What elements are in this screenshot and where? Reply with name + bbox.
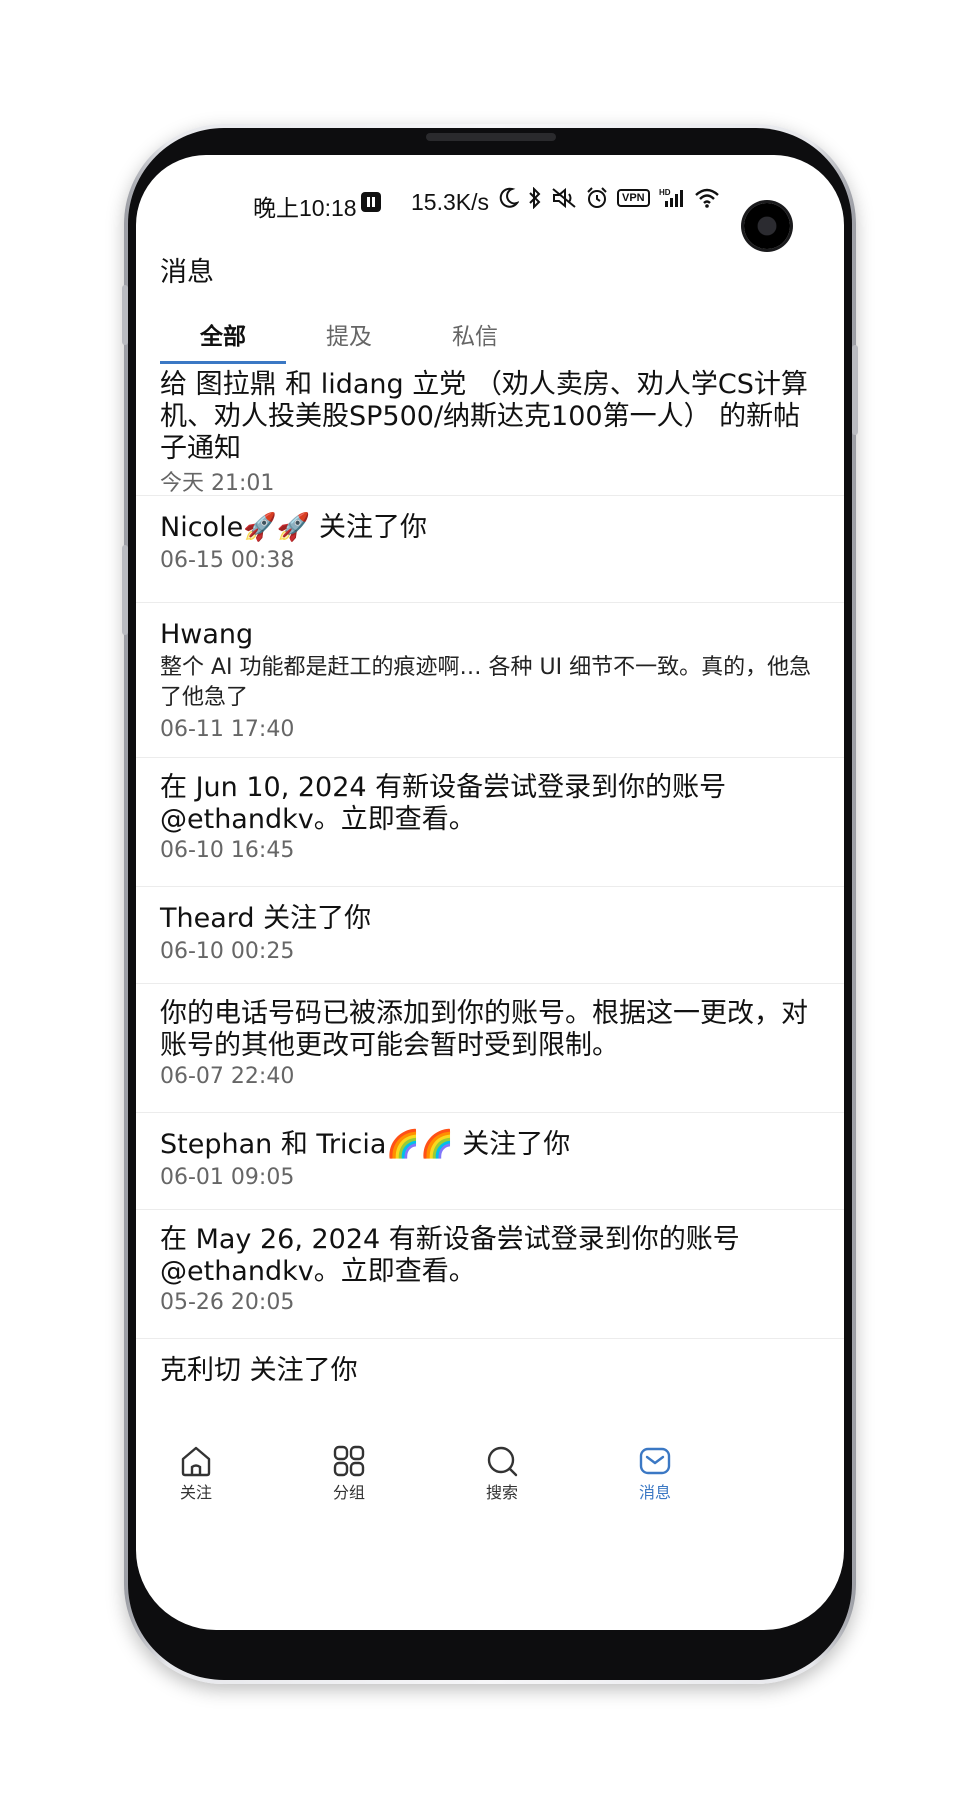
notification-item[interactable]: Stephan 和 Tricia🌈🌈 关注了你 06-01 09:05: [136, 1113, 844, 1210]
tab-direct-messages[interactable]: 私信: [412, 317, 538, 351]
search-icon: [487, 1446, 518, 1477]
front-camera: [744, 203, 790, 249]
pause-icon: [361, 192, 381, 212]
notification-title: Nicole🚀🚀 关注了你: [160, 512, 427, 543]
nav-search-label: 搜索: [485, 1483, 518, 1502]
moon-icon: [499, 187, 519, 208]
screenshot-stage: 晚上10:18 15.3K/s VPN HD 消息 全部 提及 私信 给 图拉鼎…: [0, 0, 977, 1800]
notification-list[interactable]: 给 图拉鼎 和 lidang 立党 （劝人卖房、劝人学CS计算机、劝人投美股SP…: [136, 367, 844, 1427]
active-tab-indicator: [160, 361, 286, 364]
mute-icon: [552, 187, 576, 209]
nav-messages[interactable]: 消息: [595, 1445, 715, 1503]
earpiece: [426, 133, 556, 141]
notification-time: 06-10 16:45: [160, 838, 295, 863]
notification-title: 克利切 关注了你: [160, 1355, 358, 1386]
notification-item[interactable]: 在 May 26, 2024 有新设备尝试登录到你的账号 @ethandkv。立…: [136, 1210, 844, 1339]
notification-title: Stephan 和 Tricia🌈🌈 关注了你: [160, 1129, 571, 1160]
home-icon: [181, 1446, 211, 1477]
notification-title: 给 图拉鼎 和 lidang 立党 （劝人卖房、劝人学CS计算机、劝人投美股SP…: [160, 369, 808, 464]
page-title: 消息: [160, 257, 214, 288]
bottom-navigation: 关注 分组 搜索 消息: [136, 1427, 844, 1547]
wifi-icon: [694, 188, 719, 208]
notification-title: Theard 关注了你: [160, 903, 372, 934]
phone-screen: 晚上10:18 15.3K/s VPN HD 消息 全部 提及 私信 给 图拉鼎…: [136, 155, 844, 1630]
notification-body: 整个 AI 功能都是赶工的痕迹啊… 各种 UI 细节不一致。真的，他急了他急了: [160, 655, 812, 710]
notification-title: 你的电话号码已被添加到你的账号。根据这一更改，对账号的其他更改可能会暂时受到限制…: [160, 998, 808, 1061]
tab-bar: 全部 提及 私信: [160, 305, 820, 365]
nav-following[interactable]: 关注: [136, 1445, 256, 1503]
message-icon: [639, 1447, 671, 1475]
nav-search[interactable]: 搜索: [442, 1445, 562, 1503]
notification-title: Hwang: [160, 619, 254, 650]
nav-messages-label: 消息: [638, 1483, 671, 1502]
network-speed: 15.3K/s: [411, 189, 489, 215]
notification-item[interactable]: 在 Jun 10, 2024 有新设备尝试登录到你的账号 @ethandkv。立…: [136, 758, 844, 887]
nav-groups[interactable]: 分组: [289, 1445, 409, 1503]
notification-time: 05-26 20:05: [160, 1290, 295, 1315]
vpn-icon: VPN: [617, 189, 650, 207]
tab-all[interactable]: 全部: [160, 317, 286, 351]
alarm-icon: [587, 187, 607, 208]
notification-time: 06-11 17:40: [160, 717, 295, 742]
notification-item[interactable]: 给 图拉鼎 和 lidang 立党 （劝人卖房、劝人学CS计算机、劝人投美股SP…: [136, 367, 844, 496]
notification-time: 06-10 00:25: [160, 939, 295, 964]
notification-time: 06-15 00:38: [160, 548, 295, 573]
status-bar: 晚上10:18 15.3K/s VPN HD: [136, 183, 844, 249]
notification-item[interactable]: Theard 关注了你 06-10 00:25: [136, 887, 844, 984]
notification-item[interactable]: 你的电话号码已被添加到你的账号。根据这一更改，对账号的其他更改可能会暂时受到限制…: [136, 984, 844, 1113]
nav-groups-label: 分组: [332, 1483, 365, 1502]
status-time: 晚上10:18: [253, 195, 357, 221]
notification-item[interactable]: 克利切 关注了你: [136, 1339, 844, 1427]
notification-time: 06-07 22:40: [160, 1064, 295, 1089]
notification-title: 在 Jun 10, 2024 有新设备尝试登录到你的账号 @ethandkv。立…: [160, 772, 727, 835]
notification-time: 06-01 09:05: [160, 1165, 295, 1190]
notification-time: 今天 21:01: [160, 471, 275, 496]
tab-mentions[interactable]: 提及: [286, 317, 412, 351]
svg-text:HD: HD: [659, 188, 671, 197]
status-icons: VPN HD: [499, 187, 720, 209]
notification-item[interactable]: Hwang 整个 AI 功能都是赶工的痕迹啊… 各种 UI 细节不一致。真的，他…: [136, 603, 844, 758]
grid-icon: [333, 1445, 365, 1477]
notification-item[interactable]: Nicole🚀🚀 关注了你 06-15 00:38: [136, 496, 844, 603]
notification-title: 在 May 26, 2024 有新设备尝试登录到你的账号 @ethandkv。立…: [160, 1224, 740, 1287]
nav-following-label: 关注: [179, 1483, 212, 1502]
signal-icon: HD: [659, 188, 683, 207]
power-button: [852, 345, 858, 435]
bluetooth-icon: [529, 187, 541, 209]
